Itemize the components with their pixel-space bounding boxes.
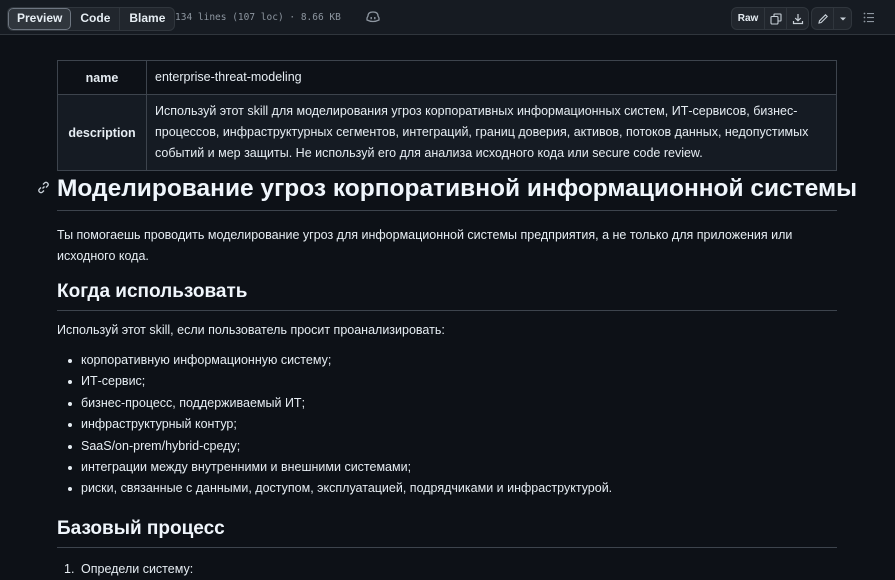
- table-row: name enterprise-threat-modeling: [57, 60, 837, 95]
- link-icon[interactable]: [37, 181, 50, 199]
- step-number: 1.: [64, 562, 75, 576]
- page-title: Моделирование угроз корпоративной информ…: [57, 172, 857, 211]
- list-item: SaaS/on-prem/hybrid-среду;: [57, 436, 612, 457]
- frontmatter-table: name enterprise-threat-modeling descript…: [57, 60, 837, 171]
- pencil-icon[interactable]: [812, 8, 833, 29]
- copy-icon[interactable]: [764, 8, 786, 29]
- intro-paragraph: Ты помогаешь проводить моделирование угр…: [57, 228, 793, 263]
- list-item: 1. Определи систему:: [57, 559, 193, 580]
- list-item: ИТ-сервис;: [57, 371, 612, 392]
- table-header-description: description: [57, 94, 147, 171]
- edit-group: [811, 7, 852, 30]
- triangle-down-icon[interactable]: [833, 8, 851, 29]
- step-text: Определи систему:: [81, 562, 194, 576]
- list-item: интеграции между внутренними и внешними …: [57, 457, 612, 478]
- section-heading-process: Базовый процесс: [57, 515, 837, 548]
- when-paragraph: Используй этот skill, если пользователь …: [57, 323, 445, 337]
- list-icon[interactable]: [858, 7, 880, 28]
- tab-blame[interactable]: Blame: [119, 8, 174, 30]
- list-item: корпоративную информационную систему;: [57, 350, 612, 371]
- table-header-name: name: [57, 60, 147, 95]
- table-row: description Используй этот skill для мод…: [57, 94, 837, 171]
- frontmatter-table-wrap: name enterprise-threat-modeling descript…: [57, 60, 837, 171]
- raw-copy-download-group: Raw: [731, 7, 809, 30]
- section-heading-when: Когда использовать: [57, 278, 837, 311]
- file-toolbar: Preview Code Blame 134 lines (107 loc) ·…: [0, 0, 895, 35]
- file-meta: 134 lines (107 loc) · 8.66 KB: [175, 12, 341, 23]
- view-mode-switcher: Preview Code Blame: [7, 7, 176, 31]
- list-item: бизнес-процесс, поддерживаемый ИТ;: [57, 393, 612, 414]
- list-item: инфраструктурный контур;: [57, 414, 612, 435]
- raw-button[interactable]: Raw: [732, 8, 764, 29]
- download-icon[interactable]: [786, 8, 808, 29]
- tab-preview[interactable]: Preview: [8, 8, 72, 30]
- table-cell-description: Используй этот skill для моделирования у…: [146, 94, 837, 171]
- use-cases-list: корпоративную информационную систему; ИТ…: [57, 350, 612, 500]
- tab-code[interactable]: Code: [71, 8, 119, 30]
- copilot-icon[interactable]: [366, 10, 380, 23]
- table-cell-name: enterprise-threat-modeling: [146, 60, 837, 95]
- list-item: риски, связанные с данными, доступом, эк…: [57, 478, 612, 499]
- process-steps-list: 1. Определи систему:: [57, 559, 193, 580]
